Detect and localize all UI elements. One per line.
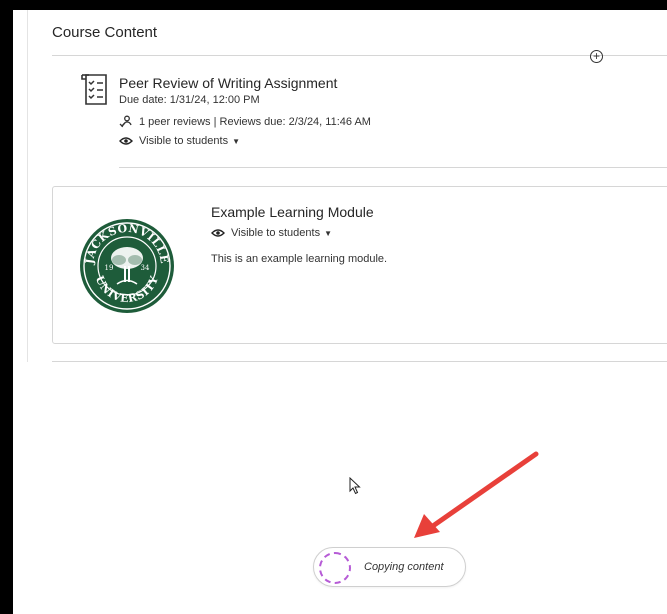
screenshot-frame-left xyxy=(0,0,13,614)
peer-review-icon xyxy=(119,115,132,128)
module-description: This is an example learning module. xyxy=(211,253,388,265)
item-divider xyxy=(119,167,667,168)
mouse-cursor-icon xyxy=(349,477,361,495)
seal-year-right: 34 xyxy=(141,264,150,272)
caret-down-icon: ▼ xyxy=(232,136,240,146)
assignment-checklist-icon xyxy=(81,74,107,105)
peer-review-due-date: Due date: 1/31/24, 12:00 PM xyxy=(119,94,260,106)
module-title-link[interactable]: Example Learning Module xyxy=(211,204,374,220)
add-content-button[interactable]: + xyxy=(590,50,603,63)
module-visibility-dropdown[interactable]: Visible to students ▼ xyxy=(211,227,332,239)
screenshot-frame-top xyxy=(0,0,667,10)
jacksonville-university-seal-logo: JACKSONVILLE UNIVERSITY 19 34 xyxy=(80,219,174,313)
peer-review-info: 1 peer reviews | Reviews due: 2/3/24, 11… xyxy=(119,115,371,129)
copying-content-toast: Copying content xyxy=(313,547,466,587)
section-divider xyxy=(52,55,667,56)
module-visibility-label: Visible to students xyxy=(231,227,321,239)
peer-review-visibility-label: Visible to students xyxy=(139,135,229,147)
peer-review-title-link[interactable]: Peer Review of Writing Assignment xyxy=(119,75,337,91)
plus-circle-icon: + xyxy=(592,49,600,63)
page-title: Course Content xyxy=(52,24,158,41)
peer-review-reviews-text: 1 peer reviews | Reviews due: 2/3/24, 11… xyxy=(139,116,371,128)
section-bottom-divider xyxy=(52,361,667,362)
seal-year-left: 19 xyxy=(105,264,114,272)
caret-down-icon: ▼ xyxy=(324,228,332,238)
red-arrow-annotation-icon xyxy=(414,451,539,538)
eye-icon xyxy=(211,229,225,237)
peer-review-visibility-dropdown[interactable]: Visible to students ▼ xyxy=(119,135,240,147)
loading-spinner-icon xyxy=(319,552,351,584)
left-divider xyxy=(27,10,28,362)
toast-message: Copying content xyxy=(364,561,444,573)
eye-icon xyxy=(119,137,133,145)
